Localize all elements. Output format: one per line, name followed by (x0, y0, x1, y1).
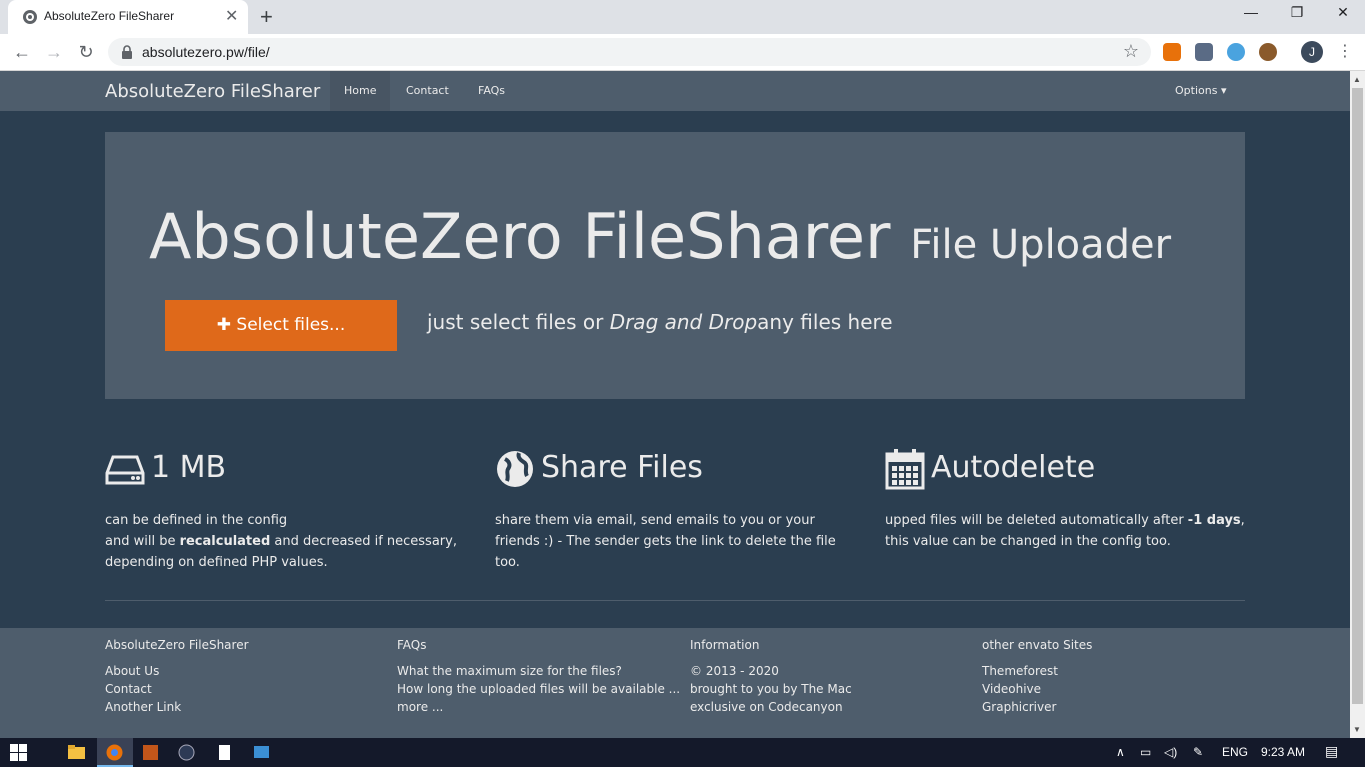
nav-faqs[interactable]: FAQs (464, 71, 519, 111)
calendar-icon (885, 448, 925, 489)
footer-link[interactable]: Graphicriver (982, 698, 1092, 716)
footer-link[interactable]: Contact (105, 680, 249, 698)
app-taskbar-icon-2[interactable] (178, 744, 195, 761)
feature-autodelete-title: Autodelete (931, 450, 1096, 485)
hero-subtitle: File Uploader (910, 222, 1172, 268)
tab-close-icon[interactable]: ✕ (225, 6, 238, 26)
footer-heading: FAQs (397, 638, 427, 652)
drop-hint-em: Drag and Drop (609, 310, 758, 334)
hero-title-main: AbsoluteZero FileSharer (149, 200, 891, 273)
minimize-button[interactable]: — (1228, 4, 1274, 20)
scroll-up-icon[interactable]: ▲ (1353, 75, 1361, 84)
footer-col-envato: other envato Sites Themeforest Videohive… (982, 638, 1092, 716)
browser-tab-strip: AbsoluteZero FileSharer ✕ + — ❐ ✕ (0, 0, 1365, 34)
hero-title: AbsoluteZero FileSharer File Uploader (149, 200, 1171, 273)
app-taskbar-icon[interactable] (142, 744, 159, 761)
browser-tab[interactable]: AbsoluteZero FileSharer ✕ (8, 0, 248, 34)
nav-home[interactable]: Home (330, 71, 391, 111)
web-page: AbsoluteZero FileSharer Home Contact FAQ… (0, 71, 1350, 738)
extension-icon-1[interactable] (1163, 43, 1181, 61)
footer-link[interactable]: Videohive (982, 680, 1092, 698)
network-icon[interactable]: ▭ (1140, 745, 1151, 759)
site-footer: AbsoluteZero FileSharer About Us Contact… (0, 628, 1350, 738)
address-bar[interactable]: absolutezero.pw/file/ ☆ (108, 38, 1151, 66)
site-navbar: AbsoluteZero FileSharer Home Contact FAQ… (0, 71, 1350, 111)
language-indicator[interactable]: ENG (1222, 745, 1248, 759)
options-dropdown[interactable]: Options ▾ (1175, 71, 1226, 111)
feature-autodelete-pre: upped files will be deleted automaticall… (885, 513, 1188, 528)
footer-text: exclusive on Codecanyon (690, 700, 843, 714)
feature-share-title: Share Files (541, 450, 703, 485)
footer-link[interactable]: How long the uploaded files will be avai… (397, 680, 680, 698)
plus-icon: ✚ (216, 315, 232, 335)
scroll-down-icon[interactable]: ▼ (1353, 725, 1361, 734)
file-explorer-icon[interactable] (68, 744, 85, 761)
bookmark-star-icon[interactable]: ☆ (1123, 41, 1139, 62)
windows-taskbar: ∧ ▭ ◁) ✎ ENG 9:23 AM ▤ (0, 738, 1365, 767)
favicon-icon (23, 10, 37, 24)
footer-text: © 2013 - 2020 (690, 664, 779, 678)
footer-link[interactable]: About Us (105, 662, 249, 680)
feature-size-line2-pre: and will be (105, 534, 180, 549)
footer-link[interactable]: What the maximum size for the files? (397, 662, 680, 680)
feature-autodelete-bold: -1 days (1187, 513, 1241, 528)
page-scrollbar[interactable]: ▲ ▼ (1350, 71, 1365, 738)
chrome-taskbar-icon[interactable] (106, 744, 123, 761)
drop-hint: just select files or Drag and Dropany fi… (427, 310, 893, 334)
pen-icon[interactable]: ✎ (1193, 745, 1203, 759)
globe-icon (497, 450, 533, 487)
footer-heading: other envato Sites (982, 638, 1093, 652)
extension-icon-3[interactable] (1227, 43, 1245, 61)
footer-col-faqs: FAQs What the maximum size for the files… (397, 638, 680, 716)
browser-toolbar: ← → ↻ absolutezero.pw/file/ ☆ J ⋮ (0, 34, 1365, 71)
url-text: absolutezero.pw/file/ (142, 44, 270, 60)
feature-share: Share Files share them via email, send e… (495, 446, 850, 573)
volume-icon[interactable]: ◁) (1164, 745, 1177, 759)
tab-title: AbsoluteZero FileSharer (44, 9, 175, 23)
feature-size-line2-bold: recalculated (179, 534, 271, 549)
footer-col-about: AbsoluteZero FileSharer About Us Contact… (105, 638, 249, 716)
extension-icon-2[interactable] (1195, 43, 1213, 61)
scrollbar-thumb[interactable] (1352, 88, 1363, 704)
lock-icon (122, 45, 132, 59)
tray-chevron-icon[interactable]: ∧ (1116, 745, 1125, 759)
footer-text: brought to you by The Mac (690, 682, 852, 696)
notifications-icon[interactable]: ▤ (1325, 743, 1338, 760)
drop-hint-post: any files here (757, 310, 893, 334)
divider (105, 600, 1245, 601)
maximize-button[interactable]: ❐ (1274, 4, 1320, 21)
feature-share-text: share them via email, send emails to you… (495, 513, 836, 570)
app-taskbar-icon-3[interactable] (253, 744, 270, 761)
feature-autodelete-text: upped files will be deleted automaticall… (885, 510, 1245, 552)
footer-heading: Information (690, 638, 760, 652)
feature-autodelete: Autodelete upped files will be deleted a… (885, 446, 1245, 552)
feature-size-text: can be defined in the config and will be… (105, 510, 465, 573)
document-taskbar-icon[interactable] (216, 744, 233, 761)
feature-size: 1 MB can be defined in the config and wi… (105, 446, 465, 573)
window-close-button[interactable]: ✕ (1320, 4, 1365, 21)
site-brand[interactable]: AbsoluteZero FileSharer (105, 81, 320, 102)
new-tab-button[interactable]: + (260, 4, 273, 30)
extension-icon-4[interactable] (1259, 43, 1277, 61)
forward-button[interactable]: → (42, 40, 66, 64)
footer-link[interactable]: Themeforest (982, 662, 1092, 680)
browser-menu-icon[interactable]: ⋮ (1335, 40, 1355, 64)
windows-start-icon[interactable] (10, 744, 27, 761)
drop-hint-pre: just select files or (427, 310, 610, 334)
clock[interactable]: 9:23 AM (1261, 745, 1305, 759)
reload-button[interactable]: ↻ (74, 40, 98, 64)
select-files-label: Select files... (236, 315, 346, 335)
footer-col-info: Information © 2013 - 2020 brought to you… (690, 638, 852, 716)
hero-panel: AbsoluteZero FileSharer File Uploader ✚ … (105, 132, 1245, 399)
feature-size-line1: can be defined in the config (105, 513, 288, 528)
profile-avatar[interactable]: J (1301, 41, 1323, 63)
footer-heading: AbsoluteZero FileSharer (105, 638, 249, 652)
feature-size-title: 1 MB (151, 450, 227, 485)
harddrive-icon (105, 455, 145, 484)
footer-link[interactable]: Another Link (105, 698, 249, 716)
back-button[interactable]: ← (10, 40, 34, 64)
footer-link[interactable]: more ... (397, 698, 680, 716)
nav-contact[interactable]: Contact (392, 71, 463, 111)
select-files-button[interactable]: ✚ Select files... (165, 300, 397, 351)
